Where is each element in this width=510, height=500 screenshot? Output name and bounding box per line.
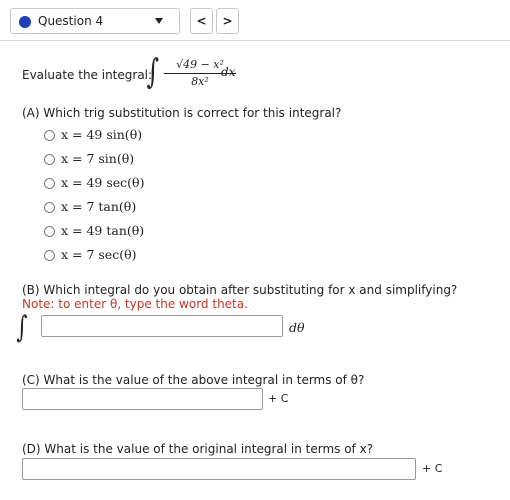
chevron-right-icon: > [222,14,233,28]
problem-prompt: Evaluate the integral: [22,68,153,82]
next-question-button[interactable]: > [216,8,239,34]
previous-question-button[interactable]: < [190,8,213,34]
chevron-left-icon: < [196,14,207,28]
part-d-answer-input[interactable] [22,458,416,480]
part-a-option-label: x = 7 sec(θ) [61,247,137,262]
integral-sign: ∫ [146,52,160,92]
divider [0,40,510,41]
radio-button[interactable] [44,202,55,213]
integrand-differential: dx [221,65,236,79]
part-a-option-label: x = 49 sin(θ) [61,127,143,142]
part-c-answer-input[interactable] [22,388,263,410]
part-b-answer-input[interactable] [41,315,283,337]
part-c-question: (C) What is the value of the above integ… [22,373,365,387]
part-b-differential: dθ [289,320,305,335]
part-c-constant: + C [268,392,289,405]
part-a-option-label: x = 7 sin(θ) [61,151,135,166]
part-d-constant: + C [422,462,443,475]
question-select-label: Question 4 [38,14,104,28]
radio-button[interactable] [44,250,55,261]
radio-button[interactable] [44,226,55,237]
part-b-question: (B) Which integral do you obtain after s… [22,283,458,297]
radio-button[interactable] [44,130,55,141]
status-dot-icon [19,16,31,28]
part-a-question: (A) Which trig substitution is correct f… [22,106,342,120]
integral-sign: ∫ [16,310,28,345]
part-a-option-label: x = 49 tan(θ) [61,223,145,238]
question-select[interactable]: Question 4 [10,8,180,34]
part-a-option-label: x = 7 tan(θ) [61,199,137,214]
radio-button[interactable] [44,154,55,165]
chevron-down-icon [155,18,163,24]
part-d-question: (D) What is the value of the original in… [22,442,374,456]
part-b-note: Note: to enter θ, type the word theta. [22,297,248,311]
radio-button[interactable] [44,178,55,189]
part-a-option-label: x = 49 sec(θ) [61,175,145,190]
